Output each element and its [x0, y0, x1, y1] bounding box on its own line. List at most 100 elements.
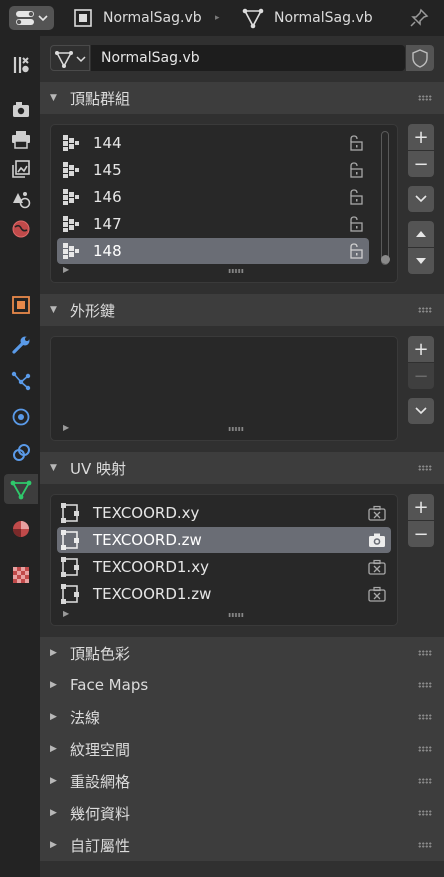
- drag-grip-icon[interactable]: [418, 810, 432, 816]
- list-item[interactable]: 144: [57, 130, 369, 156]
- tab-texture[interactable]: [4, 560, 38, 590]
- drag-grip-icon[interactable]: [418, 465, 432, 471]
- drag-grip-icon[interactable]: [418, 95, 432, 101]
- remove-vertex-group-button[interactable]: −: [408, 151, 434, 177]
- move-down-button[interactable]: [408, 248, 434, 274]
- camera-off-icon[interactable]: [367, 505, 387, 521]
- list-item[interactable]: 145: [57, 157, 369, 183]
- breadcrumb-mesh: NormalSag.vb: [242, 0, 373, 36]
- vertex-group-specials-button[interactable]: [408, 186, 434, 212]
- drag-grip-icon[interactable]: [418, 307, 432, 313]
- panel-face-maps[interactable]: ▶ Face Maps: [40, 669, 444, 701]
- tab-world[interactable]: [4, 214, 38, 244]
- unlock-icon[interactable]: [347, 243, 365, 259]
- drag-grip-icon[interactable]: [418, 714, 432, 720]
- filter-options-icon[interactable]: ▶: [63, 609, 69, 618]
- camera-off-icon[interactable]: [367, 559, 387, 575]
- add-vertex-group-button[interactable]: +: [408, 124, 434, 150]
- list-item[interactable]: TEXCOORD.xy: [57, 500, 391, 526]
- tab-tool[interactable]: [4, 50, 38, 80]
- breadcrumb-mesh-name: NormalSag.vb: [274, 10, 373, 26]
- tab-material[interactable]: [4, 514, 38, 544]
- breadcrumb-object-name: NormalSag.vb: [103, 10, 202, 26]
- tab-modifier[interactable]: [4, 330, 38, 360]
- list-resize-grip[interactable]: [228, 427, 244, 431]
- remove-uv-map-button[interactable]: −: [408, 521, 434, 547]
- editor-type-button[interactable]: [9, 6, 54, 30]
- camera-off-icon[interactable]: [367, 586, 387, 602]
- list-resize-grip[interactable]: [228, 613, 244, 617]
- camera-icon[interactable]: [367, 532, 387, 548]
- unlock-icon[interactable]: [347, 189, 365, 205]
- tab-view-layer[interactable]: [4, 154, 38, 184]
- tab-object[interactable]: [4, 290, 38, 320]
- list-item[interactable]: 146: [57, 184, 369, 210]
- drag-grip-icon[interactable]: [418, 746, 432, 752]
- list-item-selected[interactable]: TEXCOORD.zw: [57, 527, 391, 553]
- uv-maps-header[interactable]: ▼ UV 映射: [40, 452, 444, 484]
- shape-key-specials-button[interactable]: [408, 398, 434, 424]
- particles-icon: [11, 371, 31, 391]
- list-item[interactable]: TEXCOORD1.xy: [57, 554, 391, 580]
- add-uv-map-button[interactable]: +: [408, 494, 434, 520]
- constraints-icon: [13, 444, 30, 461]
- tab-output[interactable]: [4, 124, 38, 154]
- unlock-icon[interactable]: [347, 162, 365, 178]
- collapse-arrow-icon: ▶: [50, 840, 57, 850]
- shield-icon: [412, 49, 428, 68]
- vertex-group-icon: [63, 243, 79, 259]
- vertex-groups-title: 頂點群組: [70, 89, 131, 108]
- panel-geometry-data[interactable]: ▶ 幾何資料: [40, 797, 444, 829]
- add-shape-key-button[interactable]: +: [408, 336, 434, 362]
- panel-normals[interactable]: ▶ 法線: [40, 701, 444, 733]
- tab-scene[interactable]: [4, 184, 38, 214]
- triangle-up-icon: [416, 231, 426, 237]
- fake-user-button[interactable]: [406, 45, 434, 71]
- pin-button[interactable]: [408, 0, 430, 36]
- vertex-groups-header[interactable]: ▼ 頂點群組: [40, 82, 444, 114]
- panel-texture-space[interactable]: ▶ 紋理空間: [40, 733, 444, 765]
- filter-options-icon[interactable]: ▶: [63, 423, 69, 432]
- tab-particles[interactable]: [4, 366, 38, 396]
- list-item[interactable]: 147: [57, 211, 369, 237]
- drag-grip-icon[interactable]: [418, 778, 432, 784]
- list-item-selected[interactable]: 148: [57, 238, 369, 264]
- filter-options-icon[interactable]: ▶: [63, 265, 69, 274]
- move-up-button[interactable]: [408, 221, 434, 247]
- collapse-arrow-icon: ▶: [50, 808, 57, 818]
- panel-title: 法線: [70, 708, 101, 727]
- panel-custom-properties[interactable]: ▶ 自訂屬性: [40, 829, 444, 861]
- vertex-group-icon: [63, 216, 79, 232]
- uv-map-name: TEXCOORD1.xy: [93, 558, 209, 576]
- datablock-selector: NormalSag.vb: [50, 45, 434, 71]
- drag-grip-icon[interactable]: [418, 682, 432, 688]
- tab-render[interactable]: [4, 94, 38, 124]
- mesh-browse-button[interactable]: [50, 45, 90, 71]
- unlock-icon[interactable]: [347, 135, 365, 151]
- tab-physics[interactable]: [4, 402, 38, 432]
- scrollbar-thumb[interactable]: [381, 255, 390, 264]
- shape-keys-header[interactable]: ▼ 外形鍵: [40, 294, 444, 326]
- vertex-group-name: 148: [93, 242, 122, 260]
- drag-grip-icon[interactable]: [418, 842, 432, 848]
- tab-mesh-data[interactable]: [4, 474, 38, 504]
- list-scrollbar[interactable]: [381, 131, 389, 265]
- view-layer-icon: [12, 160, 30, 178]
- list-item[interactable]: TEXCOORD1.zw: [57, 581, 391, 607]
- panel-title: 自訂屬性: [70, 836, 131, 855]
- expand-arrow-icon: ▼: [50, 463, 57, 473]
- panel-vertex-colors[interactable]: ▶ 頂點色彩: [40, 637, 444, 669]
- uv-map-icon: [61, 557, 79, 577]
- drag-grip-icon[interactable]: [418, 650, 432, 656]
- tab-constraints[interactable]: [4, 438, 38, 468]
- vertex-group-name: 147: [93, 215, 122, 233]
- mesh-name-field[interactable]: NormalSag.vb: [91, 45, 405, 71]
- collapse-arrow-icon: ▶: [50, 648, 57, 658]
- vertex-group-icon: [63, 135, 79, 151]
- mesh-data-icon: [10, 480, 32, 500]
- panel-remesh[interactable]: ▶ 重設網格: [40, 765, 444, 797]
- panel-title: Face Maps: [70, 676, 149, 694]
- unlock-icon[interactable]: [347, 216, 365, 232]
- remove-shape-key-button[interactable]: −: [408, 363, 434, 389]
- list-resize-grip[interactable]: [228, 269, 244, 273]
